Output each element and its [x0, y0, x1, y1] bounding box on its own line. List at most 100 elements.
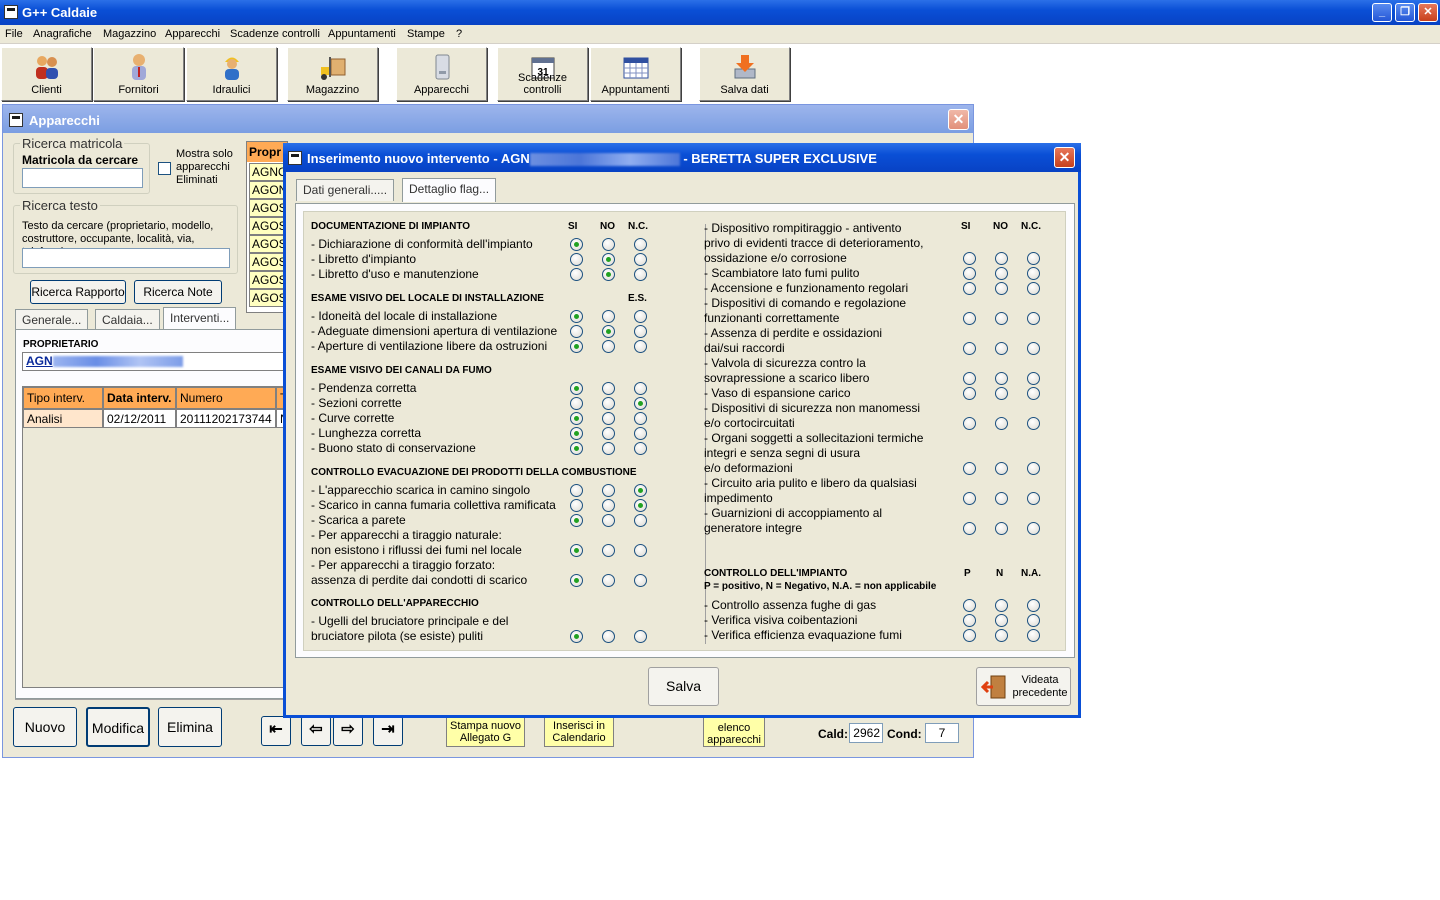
flag-radio[interactable]: [634, 484, 647, 497]
flag-radio[interactable]: [963, 462, 976, 475]
flag-radio[interactable]: [602, 630, 615, 643]
flag-radio[interactable]: [570, 499, 583, 512]
flag-radio[interactable]: [602, 514, 615, 527]
close-dialog-button[interactable]: ✕: [1054, 147, 1075, 168]
flag-radio[interactable]: [634, 427, 647, 440]
flag-radio[interactable]: [570, 574, 583, 587]
list-item[interactable]: AGOS: [249, 253, 287, 271]
flag-radio[interactable]: [602, 310, 615, 323]
tab-dettaglio-flag[interactable]: Dettaglio flag...: [402, 178, 497, 202]
flag-radio[interactable]: [634, 325, 647, 338]
toolbar-magazzino-button[interactable]: Magazzino: [287, 47, 378, 101]
flag-radio[interactable]: [963, 614, 976, 627]
flag-radio[interactable]: [963, 312, 976, 325]
toolbar-clienti-button[interactable]: Clienti: [1, 47, 92, 101]
grid-cell-tipo[interactable]: Analisi: [23, 409, 103, 428]
flag-radio[interactable]: [963, 267, 976, 280]
flag-radio[interactable]: [1027, 629, 1040, 642]
flag-radio[interactable]: [1027, 462, 1040, 475]
flag-radio[interactable]: [1027, 599, 1040, 612]
flag-radio[interactable]: [995, 462, 1008, 475]
first-record-button[interactable]: ⇤: [261, 716, 291, 746]
toolbar-idraulici-button[interactable]: Idraulici: [186, 47, 277, 101]
list-item[interactable]: AGOS: [249, 217, 287, 235]
flag-radio[interactable]: [1027, 267, 1040, 280]
flag-radio[interactable]: [1027, 417, 1040, 430]
flag-radio[interactable]: [963, 282, 976, 295]
matricola-input[interactable]: [22, 168, 143, 188]
grid-cell-data[interactable]: 02/12/2011: [103, 409, 176, 428]
flag-radio[interactable]: [634, 574, 647, 587]
flag-radio[interactable]: [963, 599, 976, 612]
flag-radio[interactable]: [570, 310, 583, 323]
flag-radio[interactable]: [963, 372, 976, 385]
flag-radio[interactable]: [1027, 342, 1040, 355]
flag-radio[interactable]: [995, 387, 1008, 400]
flag-radio[interactable]: [995, 252, 1008, 265]
flag-radio[interactable]: [995, 342, 1008, 355]
flag-radio[interactable]: [602, 544, 615, 557]
flag-radio[interactable]: [634, 382, 647, 395]
flag-radio[interactable]: [963, 629, 976, 642]
flag-radio[interactable]: [634, 544, 647, 557]
flag-radio[interactable]: [570, 544, 583, 557]
menu-file[interactable]: File: [5, 28, 23, 40]
flag-radio[interactable]: [570, 484, 583, 497]
flag-radio[interactable]: [963, 387, 976, 400]
last-record-button[interactable]: ⇥: [373, 716, 403, 746]
flag-radio[interactable]: [570, 268, 583, 281]
flag-radio[interactable]: [602, 325, 615, 338]
toolbar-salva-dati-button[interactable]: Salva dati: [699, 47, 790, 101]
flag-radio[interactable]: [602, 340, 615, 353]
testo-input[interactable]: [22, 248, 230, 268]
flag-radio[interactable]: [634, 499, 647, 512]
ricerca-rapporto-button[interactable]: Ricerca Rapporto: [30, 280, 126, 304]
flag-radio[interactable]: [1027, 372, 1040, 385]
toolbar-fornitori-button[interactable]: Fornitori: [93, 47, 184, 101]
tab-interventi[interactable]: Interventi...: [163, 307, 237, 329]
flag-radio[interactable]: [570, 382, 583, 395]
flag-radio[interactable]: [602, 412, 615, 425]
flag-radio[interactable]: [570, 412, 583, 425]
tab-caldaia[interactable]: Caldaia...: [95, 309, 160, 329]
flag-radio[interactable]: [634, 238, 647, 251]
flag-radio[interactable]: [995, 417, 1008, 430]
tab-dati-generali[interactable]: Dati generali.....: [296, 179, 395, 201]
flag-radio[interactable]: [634, 630, 647, 643]
prev-record-button[interactable]: ⇦: [301, 716, 331, 746]
list-item[interactable]: AGOS: [249, 235, 287, 253]
flag-radio[interactable]: [634, 340, 647, 353]
maximize-button[interactable]: ❐: [1395, 3, 1415, 22]
flag-radio[interactable]: [1027, 522, 1040, 535]
flag-radio[interactable]: [634, 268, 647, 281]
flag-radio[interactable]: [995, 522, 1008, 535]
flag-radio[interactable]: [1027, 252, 1040, 265]
flag-radio[interactable]: [1027, 614, 1040, 627]
flag-radio[interactable]: [602, 442, 615, 455]
menu-help[interactable]: ?: [456, 28, 462, 40]
flag-radio[interactable]: [963, 417, 976, 430]
elenco-apparecchi-button[interactable]: elenco apparecchi: [703, 717, 765, 747]
toolbar-apparecchi-button[interactable]: Apparecchi: [396, 47, 487, 101]
ricerca-note-button[interactable]: Ricerca Note: [134, 280, 222, 304]
videata-precedente-button[interactable]: Videata precedente: [976, 667, 1071, 706]
flag-radio[interactable]: [570, 253, 583, 266]
minimize-button[interactable]: _: [1372, 3, 1392, 22]
list-item[interactable]: AGOS: [249, 289, 287, 307]
list-item[interactable]: AGON: [249, 181, 287, 199]
flag-radio[interactable]: [634, 253, 647, 266]
flag-radio[interactable]: [1027, 282, 1040, 295]
flag-radio[interactable]: [963, 522, 976, 535]
flag-radio[interactable]: [602, 574, 615, 587]
list-item[interactable]: AGOS: [249, 271, 287, 289]
flag-radio[interactable]: [963, 492, 976, 505]
mostra-eliminati-checkbox[interactable]: [158, 162, 171, 175]
menu-magazzino[interactable]: Magazzino: [103, 28, 156, 40]
flag-radio[interactable]: [634, 310, 647, 323]
tab-generale[interactable]: Generale...: [15, 309, 89, 329]
flag-radio[interactable]: [634, 442, 647, 455]
flag-radio[interactable]: [602, 499, 615, 512]
flag-radio[interactable]: [995, 629, 1008, 642]
flag-radio[interactable]: [570, 340, 583, 353]
stampa-allegato-button[interactable]: Stampa nuovo Allegato G: [446, 717, 525, 747]
